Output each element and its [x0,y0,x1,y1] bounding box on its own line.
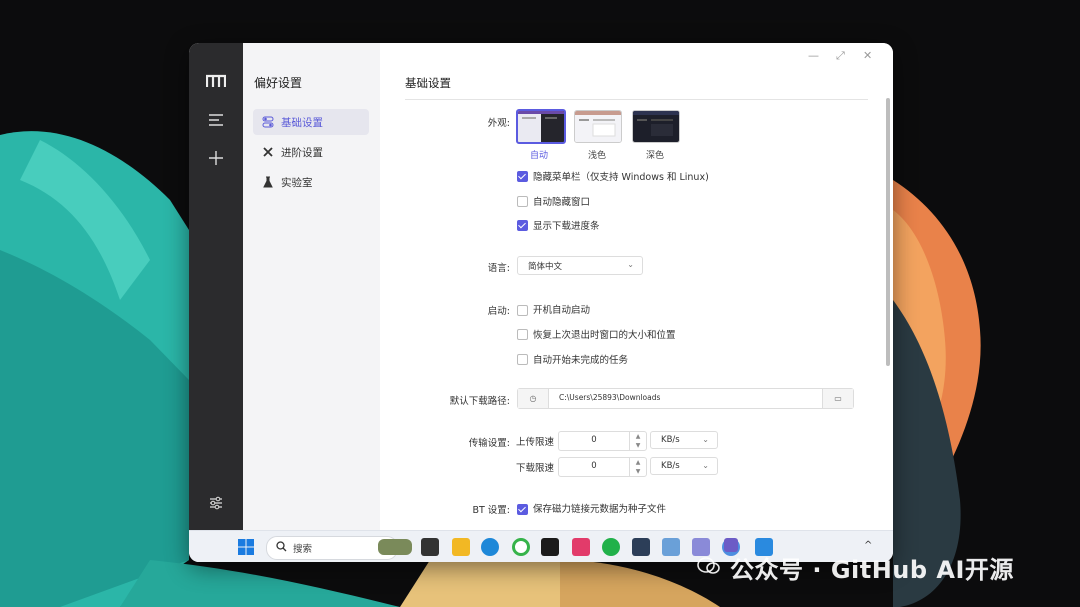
task-view-icon[interactable] [421,538,439,556]
hide-menubar-label: 隐藏菜单栏（仅支持 Windows 和 Linux) [533,172,709,183]
theme-light-thumb[interactable] [574,110,622,143]
edge-browser-icon[interactable] [481,538,499,556]
download-path-value: C:\Users\25893\Downloads [559,393,661,402]
section-divider [405,99,868,100]
theme-dark-thumb[interactable] [632,110,680,143]
search-icon [276,541,287,555]
watermark-text: 公众号 · GitHub AI开源 [730,556,1014,584]
minimize-button[interactable]: — [808,49,819,62]
download-unit-value: KB/s [661,461,680,471]
toggle-icon [261,115,275,129]
network-app-icon[interactable] [662,538,680,556]
section-title: 基础设置 [405,76,451,90]
download-stepper[interactable]: ▲ ▼ [629,458,646,476]
language-value: 简体中文 [528,261,563,272]
resume-tasks-label: 自动开始未完成的任务 [533,355,629,366]
sliders-icon[interactable] [189,489,243,517]
maximize-button[interactable]: ⤢ [836,49,845,63]
windows-start-icon[interactable] [237,538,255,556]
theme-auto-label: 自动 [529,151,548,161]
restore-window-label: 恢复上次退出时窗口的大小和位置 [533,330,676,341]
download-limit-input[interactable]: 0 ▲ ▼ [558,457,647,477]
download-limit-label: 下载限速 [516,463,555,474]
green-ring-app-icon[interactable] [512,538,530,556]
icon-sidebar [189,43,243,530]
upload-stepper[interactable]: ▲ ▼ [629,432,646,450]
close-button[interactable]: ✕ [863,49,872,62]
wechat-logo-icon [697,557,720,574]
startup-label: 启动: [487,306,510,317]
hamburger-icon[interactable] [189,106,243,134]
nav-item-basic-settings[interactable]: 基础设置 [253,109,369,135]
git-app-icon[interactable] [692,538,710,556]
download-path-label: 默认下载路径: [449,396,510,407]
settings-content: — ⤢ ✕ 基础设置 外观: 自动 浅色 深色 隐藏菜单栏（仅支持 Window… [380,43,893,530]
download-limit-value: 0 [591,461,597,471]
upload-limit-value: 0 [591,435,597,445]
auto-hide-window-checkbox[interactable] [517,196,528,207]
wechat-icon[interactable] [602,538,620,556]
ide-app-icon[interactable] [541,538,559,556]
tools-icon [261,145,275,159]
plus-icon[interactable] [189,144,243,172]
auto-hide-window-label: 自动隐藏窗口 [533,197,591,208]
search-placeholder: 搜索 [293,544,313,555]
m-logo-icon[interactable] [189,67,243,95]
nav-label: 进阶设置 [281,146,323,159]
chevron-down-icon: ⌄ [702,435,709,444]
theme-auto-thumb[interactable] [516,109,566,144]
file-explorer-icon[interactable] [452,538,470,556]
dark-app-icon[interactable] [632,538,650,556]
save-magnet-label: 保存磁力链接元数据为种子文件 [533,504,667,515]
upload-unit-select[interactable]: KB/s ⌄ [650,431,718,449]
download-path-field[interactable]: ◷ C:\Users\25893\Downloads ▭ [517,388,854,409]
upload-limit-input[interactable]: 0 ▲ ▼ [558,431,647,451]
auto-launch-label: 开机自动启动 [533,305,591,316]
auto-launch-checkbox[interactable] [517,305,528,316]
download-unit-select[interactable]: KB/s ⌄ [650,457,718,475]
resume-tasks-checkbox[interactable] [517,354,528,365]
chevron-down-icon: ⌄ [627,260,634,269]
language-label: 语言: [487,263,510,274]
bt-label: BT 设置: [472,505,510,516]
save-magnet-checkbox[interactable] [517,504,528,515]
restore-window-checkbox[interactable] [517,329,528,340]
folder-icon[interactable]: ▭ [822,389,853,408]
nav-item-lab[interactable]: 实验室 [253,169,369,195]
app-window: 偏好设置 基础设置 进阶设置 实验室 — ⤢ ✕ 基础设置 外观: 自动 浅色 … [189,43,893,562]
show-progress-checkbox[interactable] [517,220,528,231]
search-highlight-icon[interactable] [378,539,412,555]
theme-dark-label: 深色 [645,151,664,161]
hide-menubar-checkbox[interactable] [517,171,528,182]
flask-icon [261,175,275,189]
upload-limit-label: 上传限速 [516,437,555,448]
language-select[interactable]: 简体中文 ⌄ [517,256,643,275]
pink-app-icon[interactable] [572,538,590,556]
preferences-nav: 偏好设置 基础设置 进阶设置 实验室 [243,43,380,530]
nav-item-advanced-settings[interactable]: 进阶设置 [253,139,369,165]
theme-light-label: 浅色 [587,151,606,161]
content-scrollbar[interactable] [886,98,890,366]
nav-label: 基础设置 [281,116,323,129]
prefs-title: 偏好设置 [254,76,303,90]
transfer-label: 传输设置: [468,438,510,449]
history-icon[interactable]: ◷ [518,389,549,408]
chevron-down-icon: ⌄ [702,461,709,470]
upload-unit-value: KB/s [661,435,680,445]
nav-label: 实验室 [281,176,313,189]
appearance-label: 外观: [487,118,510,129]
show-progress-label: 显示下载进度条 [533,221,600,232]
